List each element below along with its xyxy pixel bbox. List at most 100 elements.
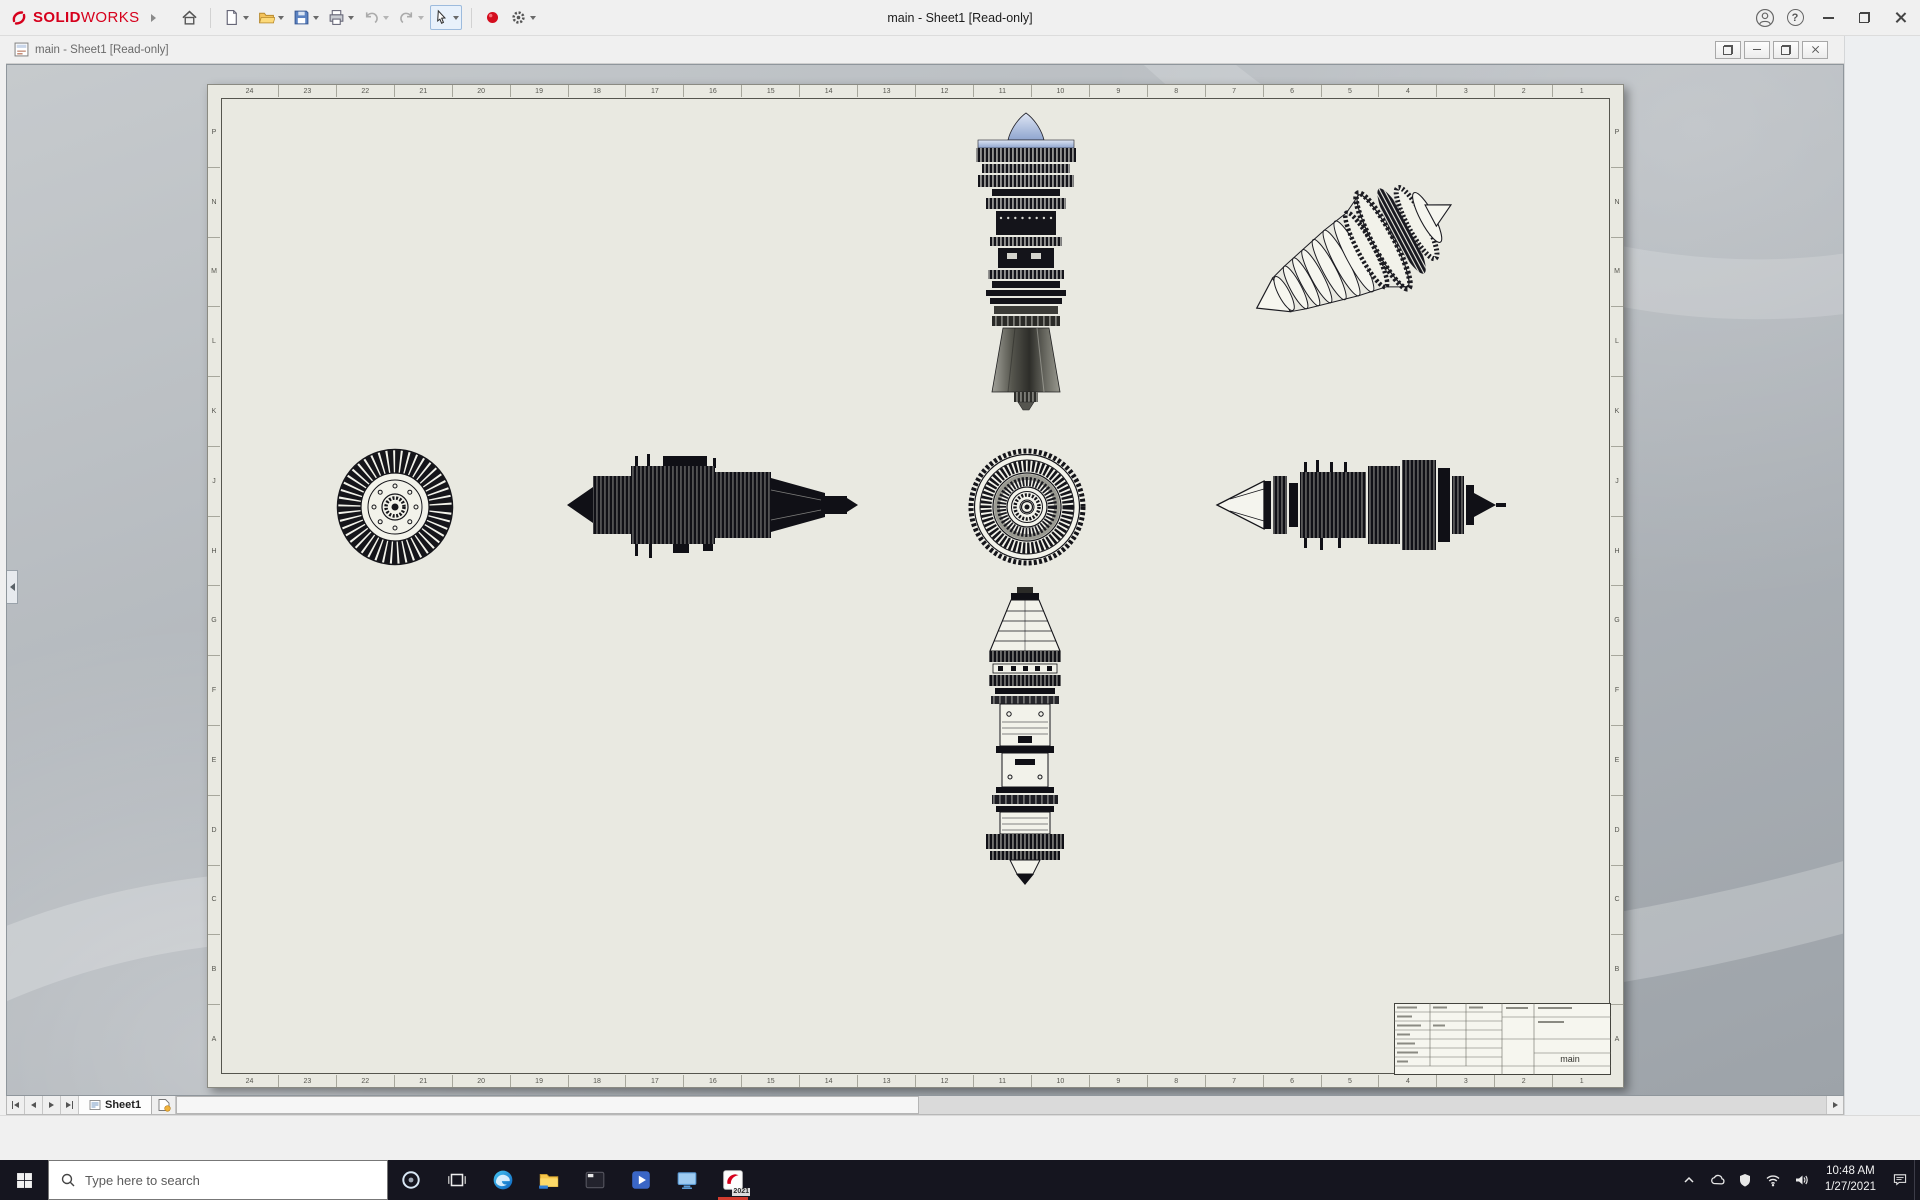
next-sheet-button[interactable]: [43, 1096, 61, 1114]
zone-cell: K: [1611, 376, 1623, 446]
sheet-zone-letters-right: PNMLKJHGFEDCBA: [1611, 98, 1623, 1074]
show-desktop-button[interactable]: [1914, 1160, 1920, 1200]
first-sheet-button[interactable]: [7, 1096, 25, 1114]
zone-cell: C: [1611, 865, 1623, 935]
dropdown-arrow[interactable]: [418, 16, 424, 20]
cortana-button[interactable]: [388, 1160, 434, 1200]
dropdown-arrow[interactable]: [530, 16, 536, 20]
minimize-button[interactable]: [1810, 1, 1846, 35]
app-titlebar: SOLIDWORKS: [0, 0, 1920, 36]
zone-cell: P: [208, 98, 220, 167]
print-button[interactable]: [325, 5, 357, 30]
zone-cell: 6: [1263, 85, 1321, 97]
dropdown-arrow[interactable]: [243, 16, 249, 20]
options-button[interactable]: [507, 5, 539, 30]
graphics-viewport[interactable]: 242322212019181716151413121110987654321 …: [6, 64, 1844, 1096]
taskbar-search-input[interactable]: [85, 1173, 376, 1188]
start-button[interactable]: [0, 1160, 48, 1200]
open-button[interactable]: [255, 5, 287, 30]
close-button[interactable]: [1882, 1, 1918, 35]
volume-tray-button[interactable]: [1787, 1160, 1815, 1200]
help-icon: ?: [1787, 9, 1804, 26]
hidden-icons-button[interactable]: [1675, 1160, 1703, 1200]
doc-restore-button[interactable]: [1773, 41, 1799, 59]
zone-cell: G: [1611, 585, 1623, 655]
undo-button[interactable]: [360, 5, 392, 30]
drawing-view-top[interactable]: [963, 110, 1089, 412]
file-explorer-button[interactable]: [526, 1160, 572, 1200]
zone-cell: H: [208, 516, 220, 586]
drawing-view-isometric[interactable]: [1239, 157, 1486, 347]
sheet-zone-letters-left: PNMLKJHGFEDCBA: [208, 98, 220, 1074]
taskbar-search-box[interactable]: [48, 1160, 388, 1200]
media-player-button[interactable]: [618, 1160, 664, 1200]
new-document-button[interactable]: [220, 5, 252, 30]
doc-close-button[interactable]: [1802, 41, 1828, 59]
previous-sheet-button[interactable]: [25, 1096, 43, 1114]
drawing-view-back[interactable]: [335, 447, 455, 567]
horizontal-scrollbar[interactable]: [176, 1096, 1826, 1114]
sheet-icon: [89, 1099, 101, 1111]
edge-browser-button[interactable]: [480, 1160, 526, 1200]
drawing-view-bottom[interactable]: [967, 587, 1084, 886]
minimize-icon: [1823, 17, 1834, 19]
network-tray-button[interactable]: [1759, 1160, 1787, 1200]
dropdown-arrow[interactable]: [313, 16, 319, 20]
solidworks-taskbar-button[interactable]: 2021: [710, 1160, 756, 1200]
redo-button[interactable]: [395, 5, 427, 30]
home-button[interactable]: [178, 5, 201, 30]
zone-cell: L: [208, 306, 220, 376]
brand-expand-caret[interactable]: [151, 14, 156, 22]
dropdown-arrow[interactable]: [348, 16, 354, 20]
brand-wordmark: SOLIDWORKS: [33, 9, 140, 26]
security-tray-button[interactable]: [1731, 1160, 1759, 1200]
collapsed-task-pane[interactable]: [1844, 36, 1920, 1115]
title-block[interactable]: main: [1394, 1003, 1611, 1075]
drawing-view-left[interactable]: [563, 440, 859, 571]
close-icon: [1811, 45, 1820, 54]
sheet-tab-bar: Sheet1: [6, 1096, 1844, 1115]
last-sheet-button[interactable]: [61, 1096, 79, 1114]
console-app-button[interactable]: [572, 1160, 618, 1200]
task-view-button[interactable]: [434, 1160, 480, 1200]
add-sheet-icon: [157, 1098, 171, 1112]
doc-minimize-button[interactable]: [1744, 41, 1770, 59]
3dexperience-button[interactable]: [481, 5, 504, 30]
zone-cell: 12: [915, 1075, 973, 1087]
monitor-app-button[interactable]: [664, 1160, 710, 1200]
solidworks-version-badge: 2021: [732, 1188, 750, 1196]
help-button[interactable]: ?: [1780, 3, 1810, 33]
select-tool-button[interactable]: [430, 5, 462, 30]
windows-taskbar: 2021 10:48 AM 1/27/2021: [0, 1160, 1920, 1200]
zone-cell: F: [208, 655, 220, 725]
add-sheet-button[interactable]: [152, 1096, 176, 1114]
zone-cell: 3: [1436, 85, 1494, 97]
zone-cell: 10: [1031, 1075, 1089, 1087]
taskbar-clock[interactable]: 10:48 AM 1/27/2021: [1815, 1160, 1886, 1200]
engine-front-view-graphic: [967, 447, 1087, 567]
bar-glyph: [72, 1101, 74, 1109]
action-center-button[interactable]: [1886, 1160, 1914, 1200]
restore-button[interactable]: [1846, 1, 1882, 35]
tab-sheet1[interactable]: Sheet1: [79, 1096, 152, 1114]
drawing-view-right[interactable]: [1212, 443, 1508, 568]
drawing-view-front[interactable]: [967, 447, 1087, 567]
onedrive-tray-button[interactable]: [1703, 1160, 1731, 1200]
feature-manager-collapse-tab[interactable]: [7, 570, 18, 604]
user-account-button[interactable]: [1750, 3, 1780, 33]
zone-cell: 22: [336, 85, 394, 97]
dropdown-arrow[interactable]: [278, 16, 284, 20]
dropdown-arrow[interactable]: [453, 16, 459, 20]
document-window-controls: [1715, 41, 1828, 59]
scroll-right-button[interactable]: [1826, 1096, 1843, 1114]
doc-cascade-button[interactable]: [1715, 41, 1741, 59]
action-center-icon: [1892, 1172, 1908, 1188]
engine-left-view-graphic: [563, 440, 859, 571]
horizontal-scrollbar-thumb[interactable]: [176, 1096, 918, 1114]
zone-cell: 17: [625, 1075, 683, 1087]
sheet-tab-label: Sheet1: [105, 1099, 141, 1111]
save-button[interactable]: [290, 5, 322, 30]
dropdown-arrow[interactable]: [383, 16, 389, 20]
task-view-icon: [446, 1169, 468, 1191]
drawing-sheet[interactable]: 242322212019181716151413121110987654321 …: [207, 84, 1624, 1088]
